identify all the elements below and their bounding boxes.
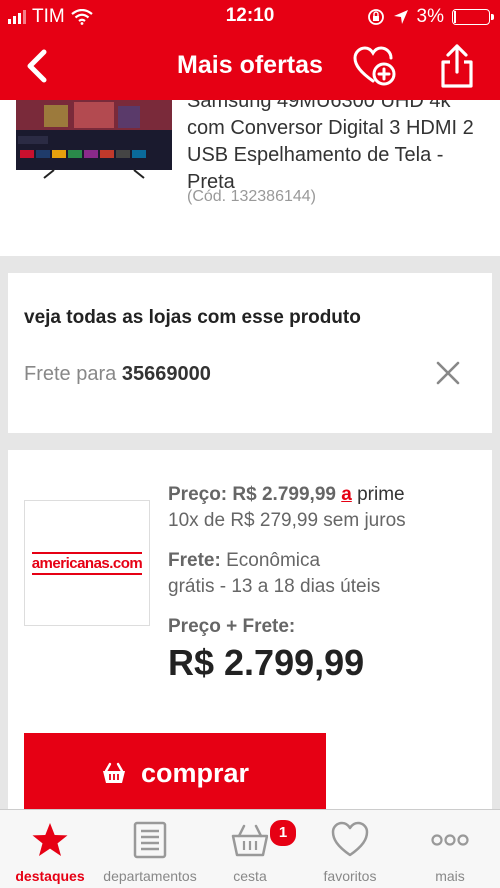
heart-icon: [331, 821, 369, 857]
cep-value: 35669000: [121, 363, 211, 385]
tab-label: favoritos: [323, 868, 377, 884]
battery-icon: [452, 9, 494, 25]
buy-label: comprar: [140, 757, 250, 788]
tab-label: destaques: [15, 868, 85, 884]
stores-card: veja todas as lojas com esse produto Fre…: [8, 273, 492, 433]
shipping-detail: grátis - 13 a 18 dias úteis: [168, 576, 381, 597]
orientation-lock-icon: [367, 9, 384, 25]
price-label: Preço:: [168, 484, 228, 505]
product-image: [16, 100, 172, 179]
product-name: Samsung 49MU6300 UHD 4k com Conversor Di…: [187, 100, 474, 193]
price-value: R$ 2.799,99: [232, 484, 336, 505]
location-icon: [393, 10, 408, 24]
battery-percent: 3%: [416, 6, 444, 27]
product-code: (Cód. 132386144): [187, 188, 316, 205]
total-label: Preço + Frete:: [168, 616, 296, 637]
basket-icon: [231, 824, 269, 857]
tab-cesta[interactable]: 1 cesta: [200, 810, 300, 888]
offer-pricing: Preço: R$ 2.799,99 a prime 10x de R$ 279…: [168, 482, 406, 684]
more-icon: [431, 834, 469, 846]
shipping-cep[interactable]: Frete para 35669000: [24, 363, 211, 386]
tab-mais[interactable]: mais: [400, 810, 500, 888]
list-icon: [133, 821, 167, 859]
shipping-type: Econômica: [226, 550, 321, 571]
total-value: R$ 2.799,99: [168, 642, 365, 683]
prime-badge: a: [341, 484, 352, 505]
favorite-add-icon[interactable]: [352, 45, 398, 87]
status-bar: TIM 12:10 3%: [0, 0, 500, 34]
tab-bar: destaques departamentos 1 cesta favorito…: [0, 809, 500, 888]
nav-bar: Mais ofertas: [0, 34, 500, 100]
shipping-type-label: Frete:: [168, 550, 221, 571]
shipping-label: Frete para: [24, 363, 117, 385]
cart-count-badge: 1: [268, 818, 298, 848]
prime-text: prime: [357, 484, 405, 505]
tab-label: cesta: [233, 868, 267, 884]
stores-heading[interactable]: veja todas as lojas com esse produto: [24, 307, 361, 329]
basket-icon: [102, 762, 125, 783]
tab-destaques[interactable]: destaques: [0, 810, 100, 888]
page-title: Mais ofertas: [177, 51, 323, 79]
store-logo: americanas.com: [31, 551, 143, 575]
tab-label: mais: [435, 868, 465, 884]
tab-favoritos[interactable]: favoritos: [300, 810, 400, 888]
tab-label: departamentos: [103, 868, 197, 884]
star-icon: [32, 823, 68, 856]
tab-departamentos[interactable]: departamentos: [100, 810, 200, 888]
product-card[interactable]: Samsung 49MU6300 UHD 4k com Conversor Di…: [0, 100, 500, 256]
close-icon[interactable]: [434, 359, 462, 387]
installments: 10x de R$ 279,99 sem juros: [168, 510, 406, 531]
store-logo-box[interactable]: americanas.com: [24, 500, 150, 626]
buy-button[interactable]: comprar: [24, 733, 326, 813]
share-icon[interactable]: [437, 42, 477, 90]
